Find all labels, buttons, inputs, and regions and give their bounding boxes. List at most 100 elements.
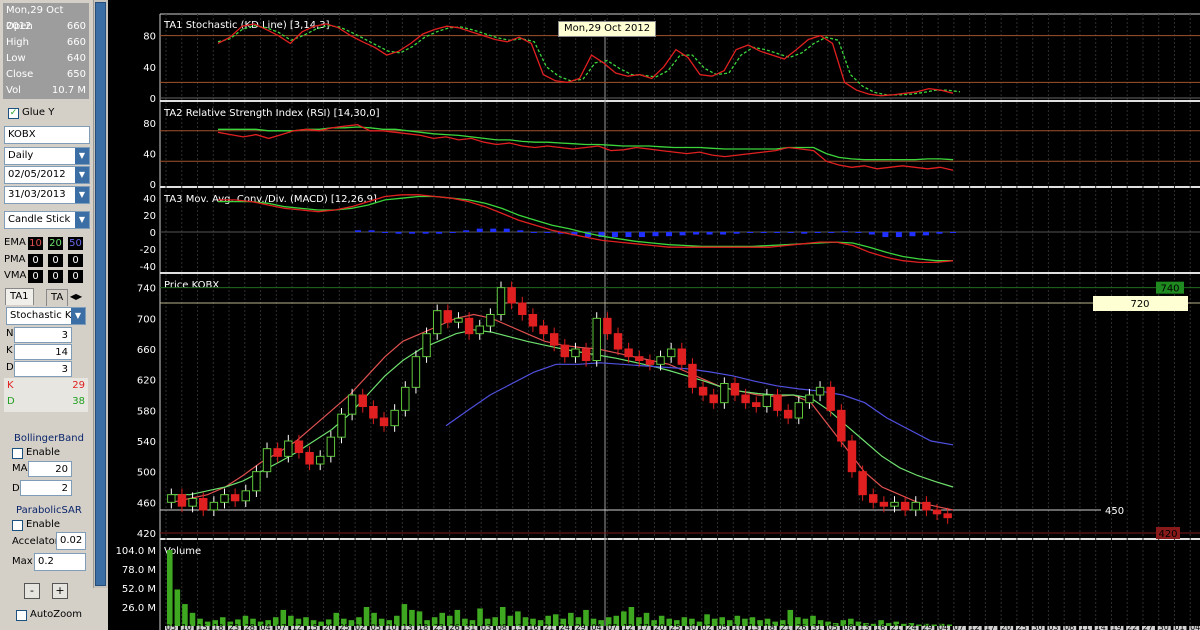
sar-accel-value: 0.02 bbox=[60, 535, 83, 546]
period-select[interactable]: Daily ▼ bbox=[4, 147, 90, 165]
candle-body bbox=[698, 386, 708, 396]
x-axis-label: 30 bbox=[1033, 623, 1043, 630]
y-tick-label: 660 bbox=[137, 345, 156, 356]
volume-bar bbox=[916, 624, 922, 626]
vma-value-1[interactable]: 0 bbox=[28, 270, 43, 283]
x-axis-label: 29 bbox=[922, 623, 932, 630]
zoom-out-button[interactable]: - bbox=[24, 583, 40, 599]
chevron-down-icon[interactable]: ▼ bbox=[75, 148, 89, 164]
vma-value-2[interactable]: 0 bbox=[48, 270, 63, 283]
symbol-value: KOBX bbox=[8, 129, 36, 140]
vma-value-3[interactable]: 0 bbox=[68, 270, 83, 283]
y-tick-label: 26.0 M bbox=[122, 603, 156, 614]
panel-title-price: Price KOBX bbox=[164, 280, 219, 291]
candle-body bbox=[879, 501, 889, 507]
glue-y-checkbox[interactable]: ✓ bbox=[8, 108, 19, 119]
macd-histogram-bar bbox=[787, 232, 794, 233]
x-axis-label: 13 bbox=[859, 623, 869, 630]
start-date-picker[interactable]: 02/05/2012 ▼ bbox=[4, 166, 90, 184]
macd-histogram-bar bbox=[666, 232, 673, 237]
pma-value-1[interactable]: 0 bbox=[28, 254, 43, 267]
tooltip-text: Mon,29 Oct 2012 bbox=[564, 23, 651, 34]
chevron-down-icon[interactable]: ▼ bbox=[71, 308, 85, 324]
pma-value-2[interactable]: 0 bbox=[48, 254, 63, 267]
x-axis-label: 21 bbox=[780, 623, 790, 630]
param-n-input[interactable]: 3 bbox=[14, 327, 72, 343]
candle-body bbox=[262, 448, 272, 473]
ema-50-value[interactable]: 50 bbox=[68, 237, 83, 250]
info-value: 660 bbox=[66, 21, 86, 32]
macd-histogram-bar bbox=[652, 232, 659, 237]
x-axis-label: 10 bbox=[733, 623, 743, 630]
param-k-input[interactable]: 14 bbox=[14, 344, 72, 360]
k-readout-value: 29 bbox=[72, 380, 85, 391]
candle-body bbox=[581, 348, 591, 361]
macd-histogram-bar bbox=[638, 232, 645, 238]
tab-ta1[interactable]: TA1 bbox=[5, 288, 34, 305]
chevron-down-icon[interactable]: ▼ bbox=[75, 167, 89, 183]
x-axis-label: 20 bbox=[654, 623, 664, 630]
x-axis-label: 10 bbox=[387, 623, 397, 630]
candle-body bbox=[347, 394, 357, 415]
control-sidebar: Mon,29 Oct 2012 Open 660 High 660 Low 640 C… bbox=[0, 0, 108, 630]
chevron-down-icon[interactable]: ▼ bbox=[75, 187, 89, 203]
pma-label: PMA bbox=[4, 254, 26, 265]
bollinger-d-input[interactable]: 2 bbox=[20, 480, 72, 496]
x-axis-label: 14 bbox=[1096, 623, 1106, 630]
candle-body bbox=[613, 333, 623, 350]
info-date: Mon,29 Oct 2012 bbox=[3, 3, 89, 32]
candle-body bbox=[635, 356, 644, 361]
ema-10-value[interactable]: 10 bbox=[28, 237, 43, 250]
candle-body bbox=[624, 348, 633, 358]
macd-histogram-bar bbox=[936, 232, 943, 234]
bollinger-ma-value: 20 bbox=[55, 464, 68, 475]
autozoom-checkbox[interactable] bbox=[16, 610, 27, 621]
info-label: Vol bbox=[6, 85, 21, 96]
macd-histogram-bar bbox=[355, 230, 361, 232]
pma-value-3[interactable]: 0 bbox=[68, 254, 83, 267]
candle-body bbox=[432, 310, 442, 335]
param-d-input[interactable]: 3 bbox=[14, 361, 72, 377]
scrollbar-thumb[interactable] bbox=[95, 2, 106, 586]
bollinger-ma-input[interactable]: 20 bbox=[28, 461, 72, 477]
bollinger-enable-checkbox[interactable] bbox=[12, 448, 23, 459]
info-value: 640 bbox=[66, 53, 86, 64]
candle-body bbox=[518, 302, 527, 315]
x-axis-label: 21 bbox=[891, 623, 901, 630]
chart-svg[interactable]: TA1 Stochastic (KD Line) [3,14,3]80400TA… bbox=[108, 0, 1200, 630]
symbol-input[interactable]: KOBX bbox=[4, 126, 90, 144]
sar-accel-input[interactable]: 0.02 bbox=[56, 532, 86, 550]
sidebar-scrollbar[interactable] bbox=[93, 0, 108, 588]
info-label: Low bbox=[6, 53, 26, 64]
candle-body bbox=[932, 509, 942, 515]
macd-histogram-bar bbox=[463, 230, 470, 232]
info-row-vol: Vol 10.7 M bbox=[3, 83, 89, 99]
zoom-in-button[interactable]: + bbox=[52, 583, 68, 599]
chart-area[interactable]: TA1 Stochastic (KD Line) [3,14,3] 80 40 0 TA… bbox=[108, 0, 1200, 630]
sar-enable-checkbox[interactable] bbox=[12, 520, 23, 531]
chevron-down-icon[interactable]: ▼ bbox=[75, 212, 89, 228]
info-row-high: High 660 bbox=[3, 35, 89, 51]
info-value: 10.7 M bbox=[51, 85, 86, 96]
candle-body bbox=[592, 317, 601, 362]
candle-body bbox=[869, 494, 878, 503]
ema-20-value[interactable]: 20 bbox=[48, 237, 63, 250]
end-date-picker[interactable]: 31/03/2013 ▼ bbox=[4, 186, 90, 204]
price-ref-label-720: 720 bbox=[1130, 299, 1149, 310]
y-tick-label: 40 bbox=[143, 63, 156, 74]
candle-body bbox=[783, 409, 793, 419]
x-axis-label: 05 bbox=[166, 623, 176, 630]
indicator-select[interactable]: Stochastic KD ▼ bbox=[6, 307, 86, 325]
candle-body bbox=[847, 440, 857, 473]
chart-style-select[interactable]: Candle Stick ▼ bbox=[4, 211, 90, 229]
x-axis-label: 29 bbox=[576, 623, 586, 630]
x-axis-label: 07 bbox=[954, 623, 964, 630]
sar-max-input[interactable]: 0.2 bbox=[34, 553, 86, 571]
autozoom-label: AutoZoom bbox=[30, 609, 83, 620]
candle-body bbox=[241, 490, 250, 502]
sar-title: ParabolicSAR bbox=[16, 505, 82, 516]
candle-body bbox=[603, 317, 612, 335]
tab-scroll-arrows[interactable]: ◀▶ bbox=[62, 290, 90, 303]
candle-body bbox=[666, 348, 676, 358]
x-axis-label: 22 bbox=[1127, 623, 1137, 630]
